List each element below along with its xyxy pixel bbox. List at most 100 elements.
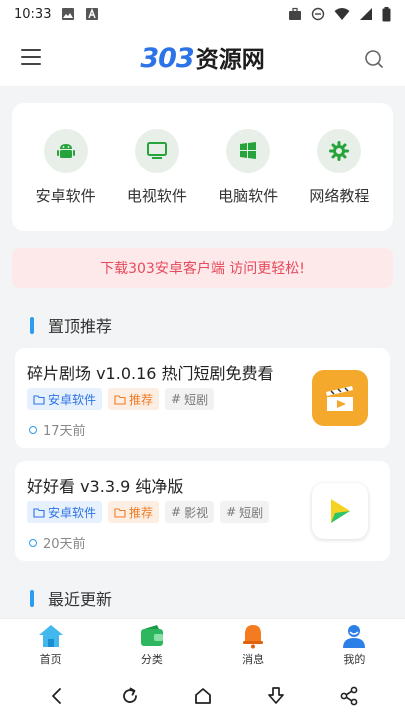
tv-icon (146, 142, 167, 159)
system-nav-bar (0, 672, 405, 720)
main-content[interactable]: 安卓软件 电视软件 电脑软件 网络教程 下载303安卓客户端 访问更轻松! 置顶… (0, 86, 405, 618)
tag-hashtag[interactable]: # 短剧 (220, 501, 270, 523)
hash-icon: # (171, 392, 182, 406)
home-icon (38, 625, 63, 647)
tab-categories[interactable]: 分类 (101, 619, 202, 672)
play-logo-icon (331, 499, 350, 523)
post-thumbnail[interactable] (312, 483, 368, 539)
bottom-tab-bar: 首页 分类 消息 我的 (0, 618, 405, 672)
tag-feature[interactable]: 推荐 (108, 388, 160, 410)
tab-label: 消息 (242, 653, 265, 666)
back-button[interactable] (37, 676, 77, 716)
search-icon (365, 50, 383, 68)
section-title: 置顶推荐 (48, 317, 113, 336)
windows-icon (240, 142, 257, 159)
tag-label: 安卓软件 (48, 392, 97, 407)
dnd-icon (311, 7, 325, 21)
menu-icon-line (21, 49, 41, 51)
logo-number: 303 (140, 43, 194, 74)
folder-icon (114, 394, 126, 405)
section-marker (30, 316, 34, 334)
category-label: 网络教程 (309, 187, 370, 205)
tag-category[interactable]: 安卓软件 (27, 501, 103, 523)
category-android[interactable]: 安卓软件 (26, 103, 106, 231)
clock-icon (29, 538, 37, 547)
bell-icon (243, 625, 264, 649)
post-thumbnail[interactable] (312, 370, 368, 426)
category-label: 电脑软件 (218, 187, 279, 205)
post-tags: 安卓软件 推荐 # 影视 # 短剧 (27, 501, 270, 523)
folder-icon (33, 394, 45, 405)
post-time: 17天前 (29, 420, 86, 439)
site-logo[interactable]: 303 资源网 (140, 40, 264, 74)
tag-hashtag[interactable]: # 短剧 (165, 388, 215, 410)
post-time-text: 17天前 (43, 424, 86, 439)
section-pinned-header: 置顶推荐 (30, 313, 112, 337)
share-icon (340, 686, 357, 706)
category-icon-bg (43, 129, 88, 173)
font-icon (86, 8, 99, 20)
user-icon (343, 625, 366, 648)
tag-label: 短剧 (184, 392, 209, 407)
category-tv[interactable]: 电视软件 (117, 103, 197, 231)
folder-icon (33, 507, 45, 518)
share-button[interactable] (329, 676, 369, 716)
search-button[interactable] (363, 48, 385, 70)
briefcase-icon (289, 7, 301, 20)
category-label: 安卓软件 (35, 187, 96, 205)
tag-label: 短剧 (239, 505, 264, 520)
post-card[interactable]: 碎片剧场 v1.0.16 热门短剧免费看 安卓软件 推荐 # 短剧 17天前 (15, 348, 390, 448)
tag-feature[interactable]: 推荐 (108, 501, 160, 523)
category-icon-bg (134, 129, 179, 173)
wallet-icon (140, 625, 163, 646)
app-header: 303 资源网 (0, 28, 405, 86)
tag-label: 推荐 (129, 505, 154, 520)
clock-icon (29, 425, 37, 434)
menu-icon-line (21, 56, 41, 58)
post-title[interactable]: 碎片剧场 v1.0.16 热门短剧免费看 (27, 360, 274, 384)
home-nav-button[interactable] (183, 676, 223, 716)
tab-profile[interactable]: 我的 (304, 619, 405, 672)
battery-icon (382, 6, 391, 21)
status-bar: 10:33 (0, 0, 405, 28)
wifi-icon (334, 8, 350, 20)
category-card: 安卓软件 电视软件 电脑软件 网络教程 (12, 103, 393, 231)
tag-label: 安卓软件 (48, 505, 97, 520)
download-button[interactable] (256, 676, 296, 716)
post-tags: 安卓软件 推荐 # 短剧 (27, 388, 215, 410)
download-icon (267, 687, 284, 704)
tag-category[interactable]: 安卓软件 (27, 388, 103, 410)
category-icon-bg (317, 129, 362, 173)
post-time-text: 20天前 (43, 537, 86, 552)
category-icon-bg (226, 129, 271, 173)
tab-home[interactable]: 首页 (0, 619, 101, 672)
back-icon (51, 688, 61, 704)
category-label: 电视软件 (126, 187, 187, 205)
tab-label: 首页 (39, 653, 62, 666)
status-time: 10:33 (14, 6, 52, 22)
refresh-icon (122, 687, 137, 703)
hash-icon: # (171, 505, 182, 519)
post-time: 20天前 (29, 533, 86, 552)
section-latest-header: 最近更新 (30, 586, 112, 610)
menu-button[interactable] (20, 46, 44, 68)
tag-hashtag[interactable]: # 影视 (165, 501, 215, 523)
tab-label: 分类 (140, 653, 163, 666)
tab-messages[interactable]: 消息 (203, 619, 304, 672)
category-tutorial[interactable]: 网络教程 (299, 103, 379, 231)
android-icon (56, 144, 75, 158)
section-title: 最近更新 (48, 590, 113, 609)
post-card[interactable]: 好好看 v3.3.9 纯净版 安卓软件 推荐 # 影视 # 短剧 20天前 (15, 461, 390, 561)
download-app-banner[interactable]: 下载303安卓客户端 访问更轻松! (12, 248, 393, 288)
post-title[interactable]: 好好看 v3.3.9 纯净版 (27, 473, 183, 497)
gear-icon (329, 141, 350, 161)
tag-label: 推荐 (129, 392, 154, 407)
logo-text: 资源网 (195, 47, 265, 73)
folder-icon (114, 507, 126, 518)
category-pc[interactable]: 电脑软件 (208, 103, 288, 231)
tab-label: 我的 (343, 653, 366, 666)
home-outline-icon (194, 688, 211, 704)
image-icon (62, 8, 75, 20)
menu-icon-line (21, 63, 41, 65)
refresh-button[interactable] (110, 676, 150, 716)
